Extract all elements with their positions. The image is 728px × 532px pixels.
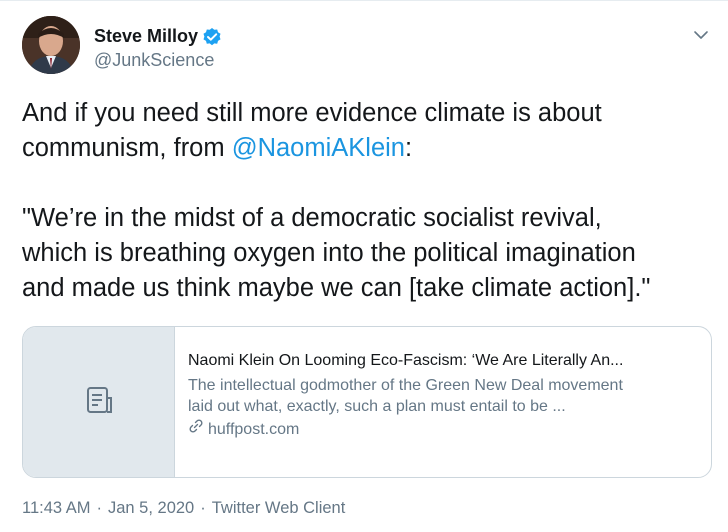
tweet-text-line: communism, from @NaomiAKlein:: [22, 131, 712, 166]
tweet-metadata: 11:43 AM · Jan 5, 2020 · Twitter Web Cli…: [22, 499, 345, 518]
tweet-source[interactable]: Twitter Web Client: [212, 499, 346, 518]
tweet-text-segment: :: [405, 134, 413, 162]
card-domain-text: huffpost.com: [208, 420, 300, 438]
tweet-quote-line: "We’re in the midst of a democratic soci…: [22, 204, 602, 232]
card-thumbnail: [23, 327, 175, 477]
tweet-text-blank-line: [22, 166, 712, 201]
meta-separator: ·: [200, 499, 206, 517]
top-divider: [0, 0, 728, 1]
verified-badge-icon: [202, 27, 222, 47]
link-preview-card[interactable]: Naomi Klein On Looming Eco-Fascism: ‘We …: [22, 326, 712, 478]
tweet-date[interactable]: Jan 5, 2020: [108, 499, 194, 518]
card-description: The intellectual godmother of the Green …: [188, 375, 697, 417]
chevron-down-icon[interactable]: [690, 24, 712, 46]
tweet-quote-line: which is breathing oxygen into the polit…: [22, 239, 636, 267]
tweet-time[interactable]: 11:43 AM: [22, 499, 91, 518]
card-domain: huffpost.com: [188, 418, 697, 440]
tweet-text-segment: communism, from: [22, 134, 232, 162]
card-body: Naomi Klein On Looming Eco-Fascism: ‘We …: [175, 327, 711, 477]
author-display-name[interactable]: Steve Milloy: [94, 26, 198, 47]
link-icon: [188, 418, 208, 440]
meta-separator: ·: [96, 499, 103, 517]
tweet-text: And if you need still more evidence clim…: [22, 96, 712, 306]
tweet-text-line: And if you need still more evidence clim…: [22, 99, 602, 127]
mention-link[interactable]: @NaomiAKlein: [232, 134, 405, 162]
tweet-header: Steve Milloy @JunkScience: [22, 16, 712, 78]
card-title: Naomi Klein On Looming Eco-Fascism: ‘We …: [188, 352, 624, 369]
card-description-line: laid out what, exactly, such a plan must…: [188, 398, 566, 415]
card-description-line: The intellectual godmother of the Green …: [188, 377, 623, 394]
avatar[interactable]: [22, 16, 80, 74]
document-icon: [82, 383, 116, 422]
tweet-quote-line: and made us think maybe we can [take cli…: [22, 274, 651, 302]
author-handle[interactable]: @JunkScience: [94, 50, 214, 71]
